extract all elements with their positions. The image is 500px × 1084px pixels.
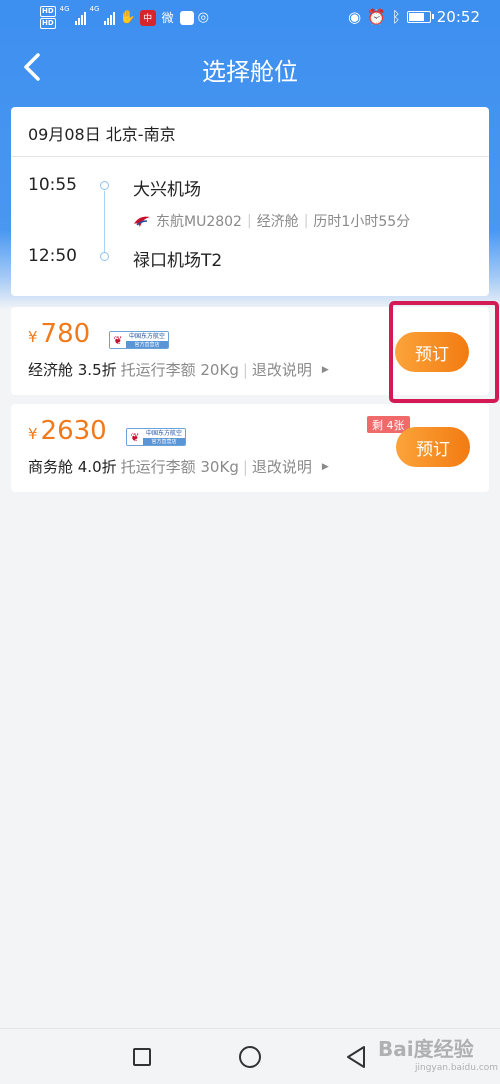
hd-badge: HD: [40, 18, 56, 29]
hotspot-icon: ◎: [197, 10, 209, 25]
status-time: 20:52: [436, 8, 480, 26]
airline-logo-icon: [134, 216, 150, 227]
baggage-allowance: 托运行李额 20Kg: [120, 361, 239, 379]
signal-icon: [74, 11, 86, 25]
caret-right-icon: ▶: [321, 461, 329, 472]
hand-icon: ✋: [119, 10, 136, 25]
network-label: 4G: [59, 5, 70, 13]
book-button[interactable]: 预订: [396, 427, 470, 467]
depart-time: 10:55: [28, 175, 77, 195]
home-button[interactable]: [239, 1046, 261, 1068]
book-button[interactable]: 预订: [395, 332, 469, 372]
alarm-icon: ⏰: [367, 8, 386, 26]
fare-price: ¥ 780: [28, 319, 90, 349]
caret-right-icon: ▶: [321, 364, 329, 375]
chat-icon: 微: [161, 11, 174, 25]
currency-symbol: ¥: [28, 328, 38, 346]
divider: [11, 156, 489, 157]
refund-rules-link[interactable]: 退改说明: [252, 456, 312, 477]
cabin-class: 经济舱: [256, 214, 299, 230]
signal-icon: [104, 11, 116, 25]
refund-rules-link[interactable]: 退改说明: [252, 359, 312, 380]
app-notification-icon: 中: [139, 9, 156, 26]
date-route: 09月08日 北京-南京: [28, 125, 176, 144]
arrive-time: 12:50: [28, 246, 77, 266]
flight-info-card: 09月08日 北京-南京 10:55 大兴机场 东航MU2802 | 经济舱 |…: [11, 107, 489, 296]
airline-store-badge: ❦ 中国东方航空 官方直营店: [109, 331, 169, 349]
flight-details: 东航MU2802 | 经济舱 | 历时1小时55分: [133, 211, 410, 231]
flight-duration: 历时1小时55分: [313, 214, 411, 230]
hd-badge: HD: [40, 6, 56, 17]
battery-icon: [406, 11, 434, 23]
baggage-allowance: 托运行李额 30Kg: [120, 458, 239, 476]
system-back-button[interactable]: [345, 1045, 367, 1069]
airline-store-badge: ❦ 中国东方航空 官方直营店: [126, 428, 186, 446]
airline-logo-icon: ❦: [110, 332, 126, 348]
currency-symbol: ¥: [28, 425, 38, 443]
price-amount: 2630: [40, 416, 107, 446]
depart-airport: 大兴机场: [133, 180, 201, 200]
fare-details: 经济舱 3.5折 托运行李额 20Kg | 退改说明 ▶: [28, 359, 329, 380]
fare-card-economy: ¥ 780 ❦ 中国东方航空 官方直营店 经济舱 3.5折 托运行李额 20Kg…: [11, 307, 489, 395]
timeline-dot: [100, 252, 109, 261]
airline-logo-icon: ❦: [127, 429, 143, 445]
app-notification-icon: [179, 10, 194, 25]
eye-icon: ◉: [347, 8, 362, 26]
fare-price: ¥ 2630: [28, 416, 107, 446]
arrive-airport: 禄口机场T2: [133, 251, 223, 271]
status-bar: HD HD 4G 4G ✋ 中 微 ◎ ◉ ⏰ ᛒ 20:52: [0, 0, 500, 36]
recent-apps-button[interactable]: [133, 1048, 151, 1066]
nav-bar: 选择舱位: [0, 40, 500, 96]
timeline-dot: [100, 181, 109, 190]
page-title: 选择舱位: [202, 58, 298, 86]
network-label: 4G: [89, 5, 100, 13]
watermark: Bai度经验: [378, 1037, 474, 1061]
price-amount: 780: [40, 319, 91, 349]
fare-card-business: ¥ 2630 ❦ 中国东方航空 官方直营店 商务舱 4.0折 托运行李额 30K…: [11, 404, 489, 492]
class-discount: 商务舱 4.0折: [28, 458, 117, 476]
timeline-line: [104, 191, 105, 257]
watermark-url: jingyan.baidu.com: [415, 1063, 499, 1073]
class-discount: 经济舱 3.5折: [28, 361, 117, 379]
bluetooth-icon: ᛒ: [391, 8, 401, 26]
flight-number: 东航MU2802: [156, 214, 242, 230]
fare-details: 商务舱 4.0折 托运行李额 30Kg | 退改说明 ▶: [28, 456, 329, 477]
triangle-back-icon: [347, 1046, 365, 1068]
